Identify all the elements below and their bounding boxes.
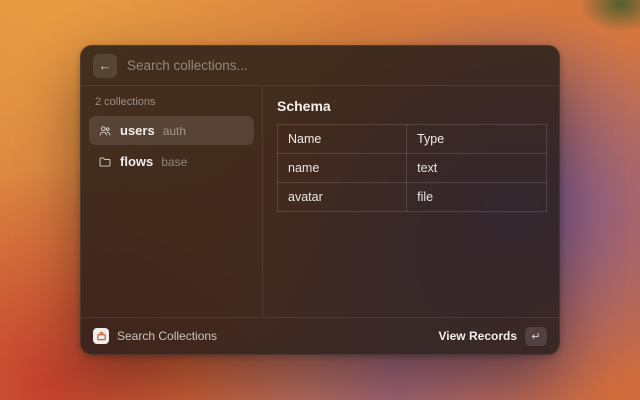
field-type-cell: file	[407, 183, 547, 212]
view-records-action[interactable]: View Records ↵	[439, 327, 547, 346]
table-header-row: Name Type	[278, 125, 547, 154]
collection-name: users	[120, 123, 155, 138]
users-icon	[97, 123, 112, 138]
field-name-cell: avatar	[278, 183, 407, 212]
collection-name: flows	[120, 154, 153, 169]
field-name-cell: name	[278, 154, 407, 183]
table-row: name text	[278, 154, 547, 183]
field-type-cell: text	[407, 154, 547, 183]
window-body: 2 collections users auth	[81, 86, 559, 317]
status-bar: Search Collections View Records ↵	[81, 317, 559, 354]
collection-type-tag: auth	[163, 124, 186, 138]
table-row: avatar file	[278, 183, 547, 212]
list-item-flows[interactable]: flows base	[89, 147, 254, 176]
pocketbase-app-icon	[93, 328, 109, 344]
search-bar: ← Search collections...	[81, 46, 559, 86]
collections-count-label: 2 collections	[89, 94, 254, 116]
back-arrow-icon: ←	[99, 58, 112, 73]
collection-type-tag: base	[161, 155, 187, 169]
schema-table: Name Type name text avatar file	[277, 124, 547, 212]
back-button[interactable]: ←	[93, 54, 117, 78]
enter-key-icon: ↵	[525, 327, 547, 346]
footer-command-label: Search Collections	[117, 329, 217, 343]
search-input[interactable]: Search collections...	[127, 58, 547, 73]
command-palette-window: ← Search collections... 2 collections us…	[80, 45, 560, 355]
column-header-type: Type	[407, 125, 547, 154]
column-header-name: Name	[278, 125, 407, 154]
folder-icon	[97, 154, 112, 169]
view-records-label: View Records	[439, 329, 517, 343]
schema-title: Schema	[277, 98, 547, 114]
collections-sidebar: 2 collections users auth	[81, 86, 263, 317]
footer-app: Search Collections	[93, 328, 217, 344]
list-item-users[interactable]: users auth	[89, 116, 254, 145]
detail-panel: Schema Name Type name text avatar	[263, 86, 559, 317]
